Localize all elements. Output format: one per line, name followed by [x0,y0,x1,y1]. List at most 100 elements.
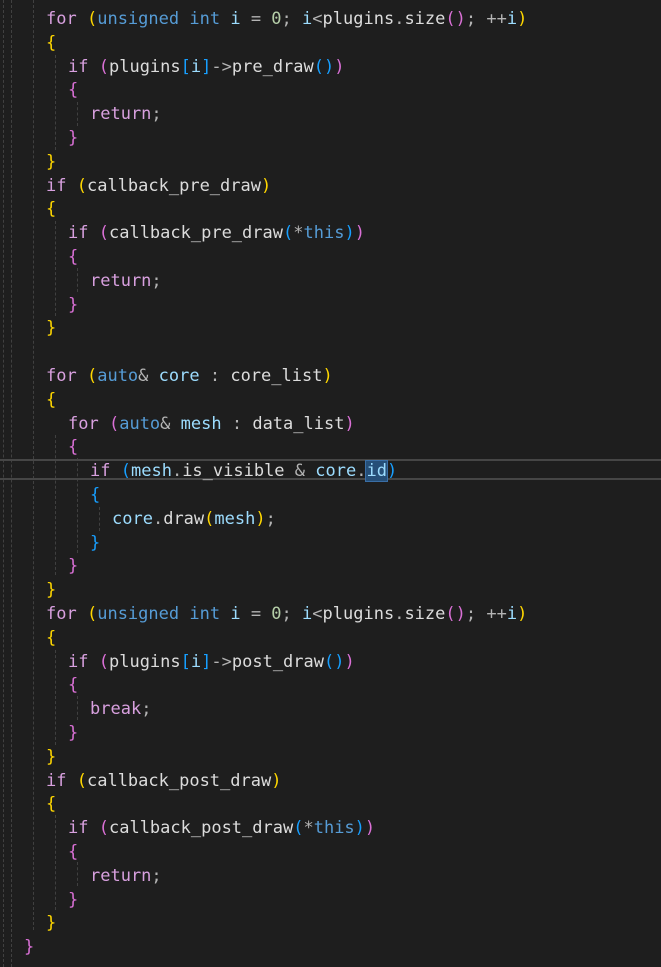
code-token: callback_post_draw [108,818,294,839]
code-token: ) [354,818,365,839]
code-line[interactable]: { [68,674,78,696]
code-line[interactable]: return; [90,865,162,887]
code-token: core_list [230,366,323,386]
code-line[interactable]: if (plugins[i]->post_draw()) [68,651,355,673]
code-line[interactable]: for (auto& mesh : data_list) [68,413,355,435]
code-token: ( [98,651,109,672]
code-token: i [230,9,241,29]
code-line[interactable]: return; [90,270,162,292]
code-line[interactable]: break; [90,698,151,720]
code-editor[interactable]: for (unsigned int i = 0; i<plugins.size(… [0,0,661,967]
code-token: } [46,913,57,934]
code-token: ( [98,223,109,244]
indent-guide [77,696,78,720]
code-token: ; [151,270,162,291]
code-line[interactable]: { [46,793,56,815]
code-line[interactable]: } [46,746,56,768]
code-line[interactable]: if (mesh.is_visible & core.id) [90,460,397,483]
code-line[interactable]: if (callback_post_draw) [46,770,281,792]
code-token: ( [108,413,120,434]
code-token: { [46,389,57,410]
code-token: is_visible [182,461,285,482]
code-token: mesh [180,413,222,434]
code-token: callback_pre_draw [108,223,283,244]
code-line[interactable]: } [68,889,78,911]
code-line[interactable]: return; [90,103,162,125]
code-token: : [221,413,253,434]
code-token: } [90,532,101,553]
code-token: pre_draw [231,56,314,77]
code-line[interactable]: { [46,627,56,649]
code-token: ) [260,175,272,196]
code-line[interactable]: } [46,317,56,339]
code-token: size [404,9,446,29]
code-token: ) [271,770,282,791]
code-token: { [46,32,57,53]
code-token: i [190,651,202,672]
code-line[interactable]: { [68,436,78,458]
code-token: ) [517,604,528,624]
indent-guide [55,55,56,150]
code-token: () [445,9,466,29]
code-line[interactable]: } [46,912,56,934]
indent-guide [77,268,78,292]
code-token: ( [86,604,98,624]
code-line[interactable]: if (callback_pre_draw) [46,175,271,197]
code-line[interactable]: core.draw(mesh); [112,508,276,530]
code-token: ) [334,56,345,77]
code-token: = [240,9,272,29]
code-token: } [68,723,79,743]
code-line[interactable]: { [68,79,78,101]
code-token: mesh [214,508,256,529]
code-line[interactable]: } [46,151,56,173]
code-line[interactable]: { [90,484,100,506]
code-token: { [46,794,57,815]
code-token: . [394,604,405,624]
code-line[interactable]: if (callback_post_draw(*this)) [68,817,375,839]
code-token: ] [201,651,212,672]
code-token: & [138,366,159,386]
code-token: < [312,604,323,624]
code-token: draw [163,508,205,529]
code-token: . [152,508,164,529]
code-line[interactable]: if (plugins[i]->pre_draw()) [68,56,345,78]
code-line[interactable]: } [46,579,56,601]
code-token: { [68,842,79,862]
code-line[interactable]: { [46,32,56,54]
code-token: this [313,818,355,839]
code-token: if [46,770,67,791]
code-line[interactable]: } [68,555,78,577]
code-line[interactable]: { [68,841,78,863]
code-token: -> [211,56,232,77]
code-token: ++ [486,604,507,624]
code-line[interactable]: } [68,722,78,744]
code-token: post_draw [231,651,324,672]
code-token: i [190,56,202,77]
code-line[interactable]: } [68,294,78,316]
code-line[interactable]: { [46,198,56,220]
code-token: ) [344,651,355,672]
code-line[interactable]: { [46,389,56,411]
code-line[interactable]: for (unsigned int i = 0; i<plugins.size(… [46,603,527,625]
code-line[interactable]: } [68,127,78,149]
code-token: 0 [271,604,282,624]
code-line[interactable]: for (auto& core : core_list) [46,365,333,387]
code-token: ( [282,223,294,244]
code-token: ( [98,818,109,839]
indent-guide [77,862,78,886]
code-line[interactable]: } [90,532,100,554]
code-token: core [315,461,357,482]
code-line[interactable]: { [68,246,78,268]
code-line[interactable]: for (unsigned int i = 0; i<plugins.size(… [46,8,527,30]
code-token: { [68,675,79,696]
code-token: ) [322,366,333,386]
code-line[interactable]: } [24,936,34,958]
code-token: ) [354,223,365,244]
code-line[interactable]: if (callback_pre_draw(*this)) [68,222,365,244]
code-token: { [46,199,57,220]
